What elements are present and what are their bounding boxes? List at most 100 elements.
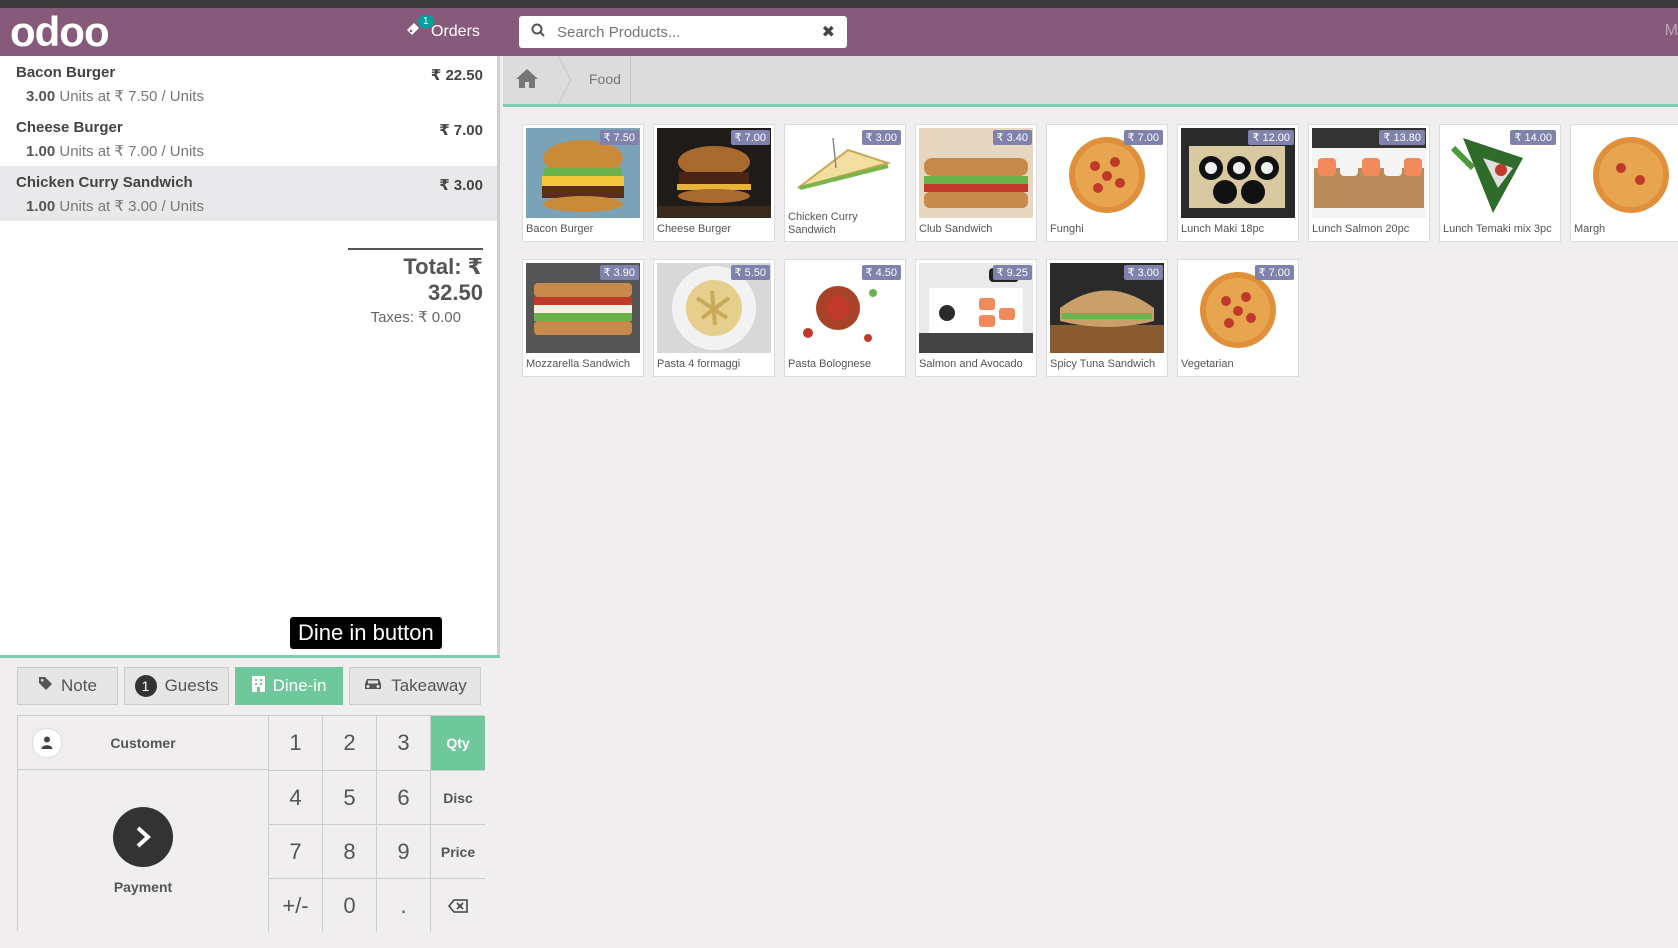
numpad-key-7[interactable]: 7 [268,824,322,878]
order-line-name: Cheese Burger [16,119,123,136]
order-line-price: ₹ 22.50 [430,67,483,84]
order-line[interactable]: Bacon Burger ₹ 22.50 3.00 Units at ₹ 7.5… [0,56,497,111]
product-name: Vegetarian [1181,358,1234,370]
order-line-unit: Units at ₹ 3.00 / Units [59,198,204,215]
category-breadcrumb: Food [503,56,1678,107]
product-price-tag: ₹ 7.00 [1254,265,1294,280]
order-line[interactable]: Cheese Burger ₹ 7.00 1.00 Units at ₹ 7.0… [0,111,497,166]
product-card[interactable]: Margh [1570,124,1678,242]
odoo-logo: odoo [10,8,110,55]
product-price-tag: ₹ 4.50 [861,265,901,280]
product-name: Margh [1574,223,1606,235]
dine-in-button[interactable]: Dine-in [235,667,343,705]
note-button[interactable]: Note [17,667,118,705]
backspace-button[interactable] [430,878,485,932]
product-card[interactable]: ₹ 13.80 Lunch Salmon 20pc [1308,124,1430,242]
breadcrumb-food[interactable]: Food [589,71,621,87]
product-card[interactable]: ₹ 7.00 Cheese Burger [653,124,775,242]
order-line-price: ₹ 7.00 [439,122,483,139]
customer-button[interactable]: Customer [18,716,268,770]
product-card[interactable]: ₹ 7.00 Funghi [1046,124,1168,242]
product-name: Salmon and Avocado [919,358,1023,370]
header-right-text: M [1664,22,1678,39]
numpad-key-decimal[interactable]: . [376,878,430,932]
product-card[interactable]: ₹ 3.00 Chicken Curry Sandwich [784,124,906,242]
guests-button[interactable]: 1 Guests [124,667,229,705]
order-line-qty: 3.00 [26,88,56,105]
product-card[interactable]: ₹ 12.00 Lunch Maki 18pc [1177,124,1299,242]
car-icon [363,676,383,696]
home-icon[interactable] [515,67,541,93]
order-line-unit: Units at ₹ 7.00 / Units [59,143,204,160]
numpad-key-1[interactable]: 1 [268,716,322,770]
product-card[interactable]: ₹ 4.50 Pasta Bolognese [784,259,906,377]
clear-search-icon[interactable]: ✖ [822,22,835,42]
dine-in-label: Dine-in [272,676,327,695]
numpad-key-plus-minus[interactable]: +/- [268,878,322,932]
payment-button[interactable]: Payment [18,770,268,932]
order-line-detail: 3.00 Units at ₹ 7.50 / Units [16,87,481,105]
product-name: Lunch Maki 18pc [1181,223,1265,235]
product-image [1574,128,1678,218]
product-card[interactable]: ₹ 5.50 Pasta 4 formaggi [653,259,775,377]
product-price-tag: ₹ 9.25 [992,265,1032,280]
takeaway-button[interactable]: Takeaway [349,667,481,705]
order-line-qty: 1.00 [26,143,56,160]
product-price-tag: ₹ 3.00 [1123,265,1163,280]
product-name: Lunch Salmon 20pc [1312,223,1410,235]
product-card[interactable]: ₹ 3.90 Mozzarella Sandwich [522,259,644,377]
control-buttons: Note 1 Guests Dine-in Takeaway [17,667,481,705]
product-card[interactable]: ₹ 9.25 Salmon and Avocado [915,259,1037,377]
payment-label: Payment [113,879,173,895]
pos-header: odoo 1 Orders ✖ M [0,8,1678,56]
qty-mode-button[interactable]: Qty [430,716,485,770]
product-price-tag: ₹ 7.00 [730,130,770,145]
takeaway-label: Takeaway [391,676,467,695]
search-input[interactable] [555,22,809,42]
product-card[interactable]: ₹ 3.40 Club Sandwich [915,124,1037,242]
product-name: Pasta 4 formaggi [657,358,741,370]
order-line-name: Bacon Burger [16,64,116,81]
chevron-right-icon [113,807,173,867]
order-line-selected[interactable]: Chicken Curry Sandwich ₹ 3.00 1.00 Units… [0,166,497,221]
numpad-key-3[interactable]: 3 [376,716,430,770]
order-line-qty: 1.00 [26,198,56,215]
product-name: Club Sandwich [919,223,993,235]
product-price-tag: ₹ 13.80 [1379,130,1425,145]
numpad: Customer Payment 1 2 3 Qty 4 5 6 Disc 7 … [17,715,485,932]
order-summary: Total: ₹ 32.50 Taxes: ₹ 0.00 [348,248,483,326]
order-line-detail: 1.00 Units at ₹ 7.00 / Units [16,142,481,160]
product-name: Funghi [1050,223,1084,235]
tag-icon [38,676,53,696]
dine-in-tooltip: Dine in button [290,617,442,649]
order-line-detail: 1.00 Units at ₹ 3.00 / Units [16,197,481,215]
product-card[interactable]: ₹ 7.00 Vegetarian [1177,259,1299,377]
orders-button[interactable]: 1 Orders [405,15,480,42]
product-card[interactable]: ₹ 3.00 Spicy Tuna Sandwich [1046,259,1168,377]
product-price-tag: ₹ 3.40 [992,130,1032,145]
product-name: Bacon Burger [526,223,594,235]
order-line-price: ₹ 3.00 [439,177,483,194]
numpad-key-6[interactable]: 6 [376,770,430,824]
numpad-key-4[interactable]: 4 [268,770,322,824]
product-price-tag: ₹ 3.90 [599,265,639,280]
search-bar[interactable]: ✖ [519,16,847,48]
numpad-key-9[interactable]: 9 [376,824,430,878]
product-name: Spicy Tuna Sandwich [1050,358,1156,370]
product-card[interactable]: ₹ 14.00 Lunch Temaki mix 3pc [1439,124,1561,242]
price-mode-button[interactable]: Price [430,824,485,878]
product-price-tag: ₹ 12.00 [1248,130,1294,145]
disc-mode-button[interactable]: Disc [430,770,485,824]
numpad-key-0[interactable]: 0 [322,878,376,932]
guests-count: 1 [134,675,157,697]
order-line-name: Chicken Curry Sandwich [16,174,193,191]
numpad-key-2[interactable]: 2 [322,716,376,770]
product-price-tag: ₹ 14.00 [1510,130,1556,145]
numpad-key-8[interactable]: 8 [322,824,376,878]
control-panel: Note 1 Guests Dine-in Takeaway Customer [0,655,500,948]
numpad-key-5[interactable]: 5 [322,770,376,824]
order-taxes: Taxes: ₹ 0.00 [370,309,461,326]
product-price-tag: ₹ 3.00 [861,130,901,145]
breadcrumb-divider [630,56,631,104]
product-card[interactable]: ₹ 7.50 Bacon Burger [522,124,644,242]
